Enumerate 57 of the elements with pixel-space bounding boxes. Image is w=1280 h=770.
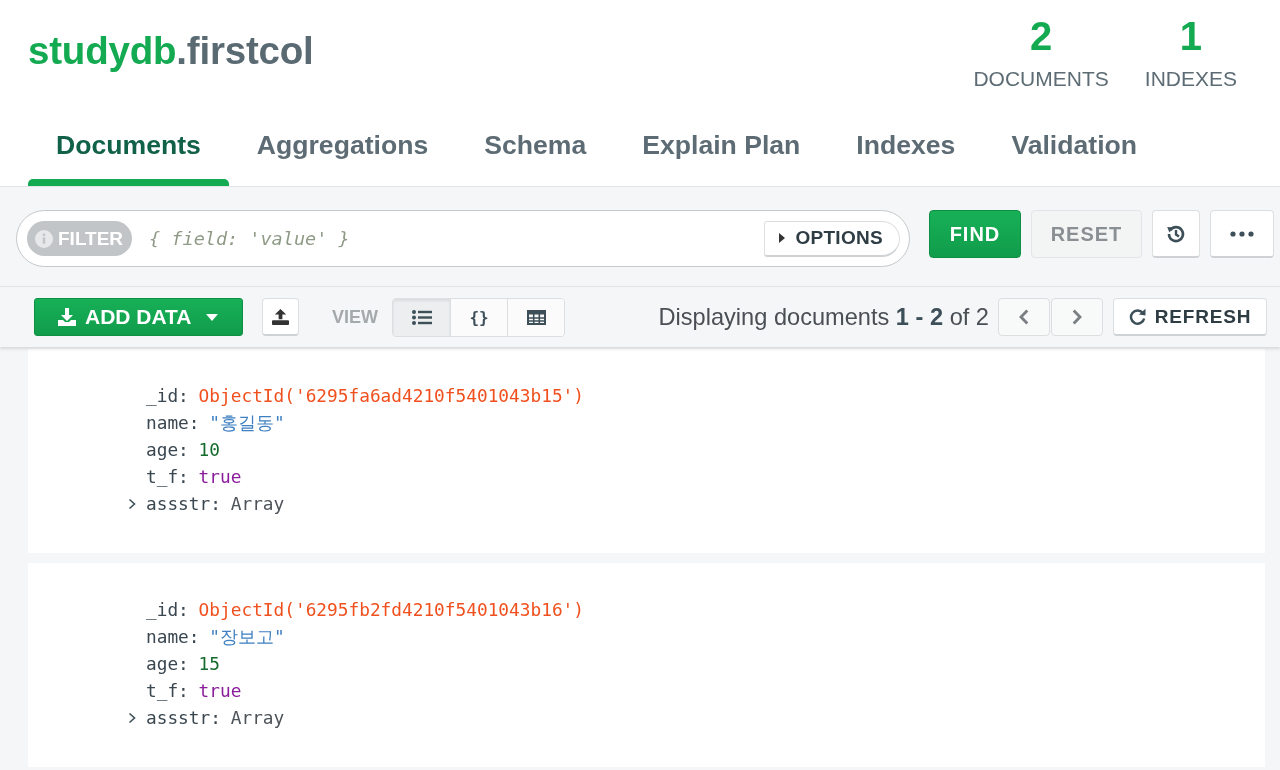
filter-field[interactable]: FILTER { field: 'value' } OPTIONS [16,210,910,267]
view-toggle[interactable] [507,298,564,336]
field-key: name: [146,412,200,433]
field-value: true [198,680,242,701]
field-value: "홍길동" [209,410,285,435]
chevron-right-icon[interactable] [128,497,136,510]
field-key: t_f: [146,680,189,701]
upload-icon [272,308,289,325]
chevron-right-icon [1072,309,1082,325]
field-key: _id: [146,599,189,620]
field-value: Array [230,707,285,728]
more-icon [1230,230,1254,237]
tab[interactable]: Aggregations [228,104,457,186]
view-label: VIEW [332,306,378,328]
caret-right-icon [779,233,786,243]
stat-count: 1 [1179,16,1202,56]
field-value: true [198,466,242,487]
history-icon [1166,223,1186,244]
find-button[interactable]: FIND [929,210,1021,258]
add-data-button[interactable]: ADD DATA [34,298,243,336]
view-toggle[interactable] [393,298,450,336]
field-key: name: [146,626,200,647]
field-key: age: [146,439,189,460]
tab[interactable]: Validation [983,104,1165,186]
tab[interactable]: Explain Plan [614,104,829,186]
chevron-right-icon[interactable] [128,711,136,724]
field-value: Array [230,493,285,514]
table-icon [526,309,546,325]
chevron-left-icon [1019,309,1029,325]
field-value: ObjectId('6295fa6ad4210f5401043b15') [198,385,584,406]
tab[interactable]: Indexes [828,104,984,186]
refresh-icon [1128,308,1146,325]
stat-label: DOCUMENTS [973,66,1109,92]
field-key: t_f: [146,466,189,487]
download-icon [57,307,77,327]
field-key: age: [146,653,189,674]
field-value: ObjectId('6295fb2fd4210f5401043b16') [198,599,584,620]
field-value: 10 [198,439,221,460]
options-button[interactable]: OPTIONS [764,220,900,257]
field-key: assstr: [146,493,221,514]
list-icon [411,309,432,325]
caret-down-icon [205,313,218,321]
stat-count: 2 [1030,16,1053,56]
stat-label: INDEXES [1144,66,1237,92]
document-count-summary: Displaying documents 1 - 2 of 2 [658,303,989,331]
collection-title: studydb.firstcol [28,28,314,74]
tab[interactable]: Schema [456,104,615,186]
field-key: _id: [146,385,189,406]
history-button[interactable] [1152,210,1200,258]
export-button[interactable] [262,298,299,336]
field-value: "장보고" [209,624,285,649]
field-value: 15 [198,653,221,674]
refresh-button[interactable]: REFRESH [1113,298,1267,336]
field-key: assstr: [146,707,221,728]
view-toggle[interactable]: {} [450,298,507,336]
tab[interactable]: Documents [28,104,229,186]
info-icon [35,229,53,248]
